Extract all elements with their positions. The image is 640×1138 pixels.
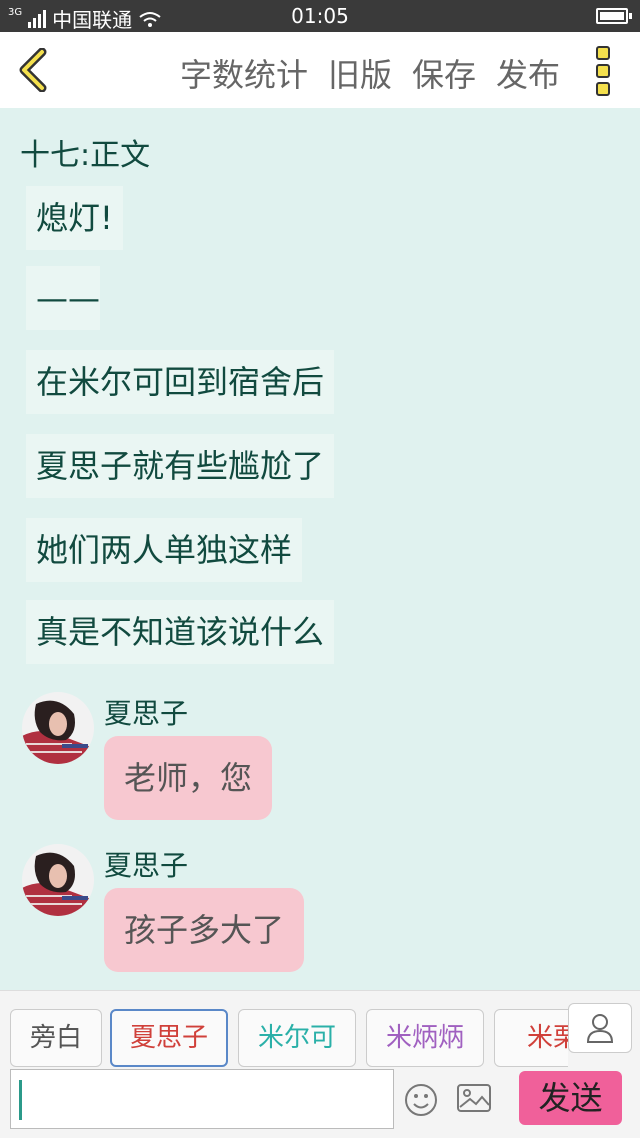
chapter-title: 十七:正文 [20, 138, 151, 173]
avatar[interactable] [22, 844, 94, 916]
narration-line[interactable]: 在米尔可回到宿舍后 [26, 350, 335, 414]
top-toolbar: 字数统计 旧版 保存 发布 [0, 32, 640, 108]
send-button[interactable]: 发送 [519, 1071, 622, 1125]
narration-line[interactable]: —— [26, 266, 100, 330]
role-mi-bingbing[interactable]: 米炳炳 [366, 1009, 484, 1067]
old-version-button[interactable]: 旧版 [328, 50, 392, 96]
role-selector: 旁白 夏思子 米尔可 米炳炳 米栗 [10, 1009, 568, 1067]
emoji-icon[interactable] [404, 1083, 438, 1117]
publish-button[interactable]: 发布 [496, 50, 560, 96]
narration-line[interactable]: 她们两人单独这样 [26, 518, 303, 582]
save-button[interactable]: 保存 [412, 50, 476, 96]
user-icon [586, 1014, 614, 1043]
sender-name: 夏思子 [104, 697, 189, 730]
battery-icon [596, 8, 632, 24]
narration-line[interactable]: 夏思子就有些尴尬了 [26, 434, 335, 498]
message-bubble[interactable]: 老师，您 [104, 736, 273, 820]
status-bar: 3G 中国联通 01:05 [0, 0, 640, 32]
composer-panel: 旁白 夏思子 米尔可 米炳炳 米栗 发送 [0, 990, 640, 1138]
sender-name: 夏思子 [104, 849, 189, 882]
add-role-button[interactable] [568, 1003, 632, 1053]
clock: 01:05 [291, 4, 349, 28]
message-input[interactable] [10, 1069, 394, 1129]
avatar[interactable] [22, 692, 94, 764]
text-cursor [19, 1080, 22, 1120]
role-narrator[interactable]: 旁白 [10, 1009, 102, 1067]
role-mi-li[interactable]: 米栗 [494, 1009, 568, 1067]
role-xia-sizi[interactable]: 夏思子 [110, 1009, 228, 1067]
narration-line[interactable]: 真是不知道该说什么 [26, 600, 335, 664]
more-menu-icon[interactable] [596, 46, 614, 96]
narration-line[interactable]: 熄灯! [26, 186, 123, 250]
role-mi-erke[interactable]: 米尔可 [238, 1009, 356, 1067]
back-arrow-icon[interactable] [14, 48, 54, 92]
message-bubble[interactable]: 孩子多大了 [104, 888, 305, 972]
word-count-button[interactable]: 字数统计 [180, 50, 308, 96]
image-icon[interactable] [456, 1083, 492, 1113]
